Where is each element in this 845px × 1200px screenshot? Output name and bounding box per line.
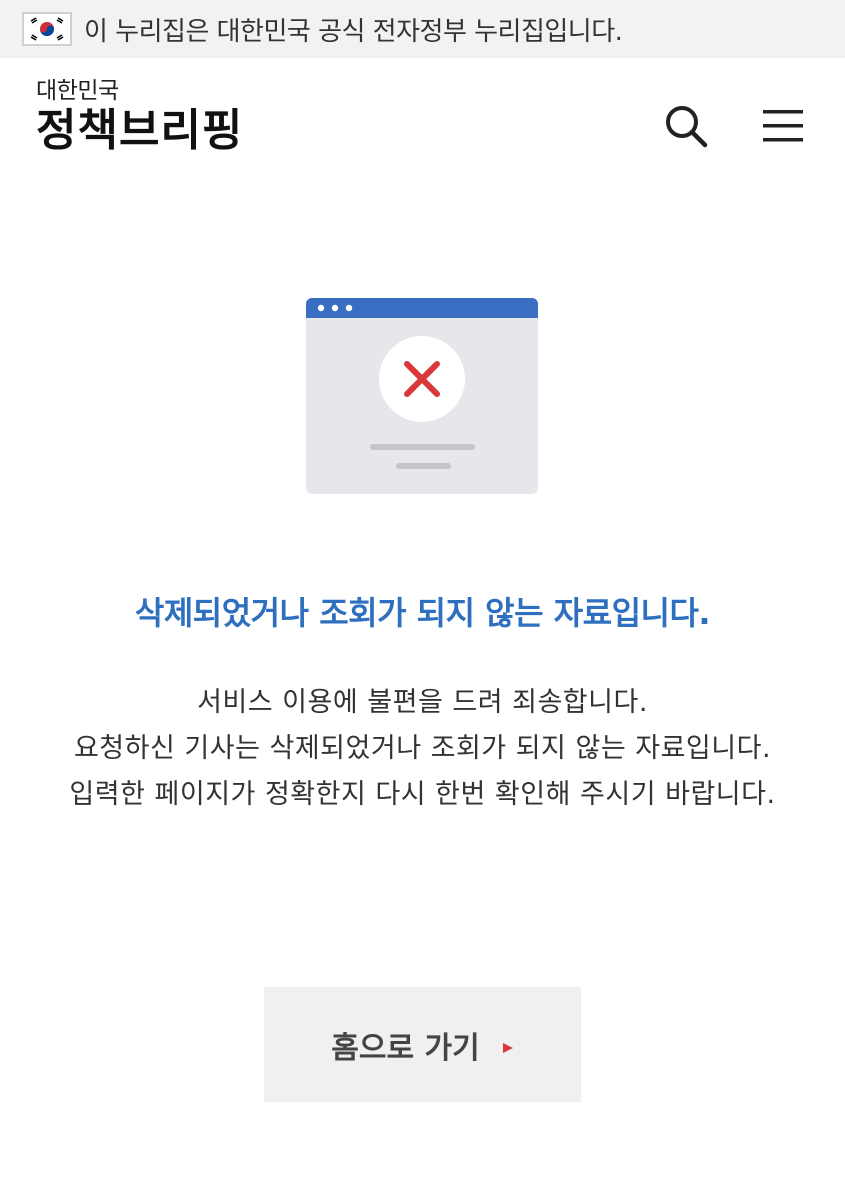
site-logo[interactable]: 대한민국 정책브리핑	[36, 80, 243, 153]
search-icon	[666, 106, 708, 148]
gov-official-banner: 이 누리집은 대한민국 공식 전자정부 누리집입니다.	[0, 0, 845, 58]
search-button[interactable]	[662, 102, 710, 150]
error-line-deleted: 요청하신 기사는 삭제되었거나 조회가 되지 않는 자료입니다.	[73, 733, 772, 764]
korea-flag-icon	[22, 12, 72, 46]
arrow-right-icon	[502, 1027, 514, 1062]
error-title: 삭제되었거나 조회가 되지 않는 자료입니다.	[134, 594, 711, 632]
error-description: 서비스 이용에 불편을 드려 죄송합니다. 요청하신 기사는 삭제되었거나 조회…	[40, 680, 805, 818]
logo-title: 정책브리핑	[36, 105, 244, 156]
logo-subtitle: 대한민국	[36, 78, 119, 104]
hamburger-menu-icon	[763, 110, 803, 142]
menu-button[interactable]	[760, 106, 806, 146]
error-line-check: 입력한 페이지가 정확한지 다시 한번 확인해 주시기 바랍니다.	[69, 779, 776, 810]
home-button[interactable]: 홈으로 가기	[264, 987, 581, 1102]
site-header: 대한민국 정책브리핑	[0, 58, 845, 188]
browser-error-icon	[306, 298, 538, 494]
gov-banner-text: 이 누리집은 대한민국 공식 전자정부 누리집입니다.	[84, 16, 623, 47]
error-line-apology: 서비스 이용에 불편을 드려 죄송합니다.	[197, 687, 648, 718]
home-button-label: 홈으로 가기	[331, 1030, 480, 1066]
